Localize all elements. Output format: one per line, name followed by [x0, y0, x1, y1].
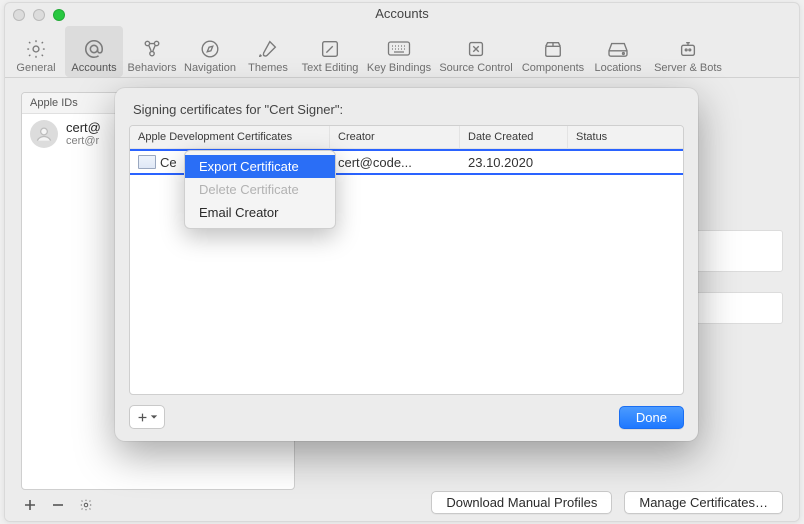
tab-label: Components — [522, 62, 584, 74]
right-buttons: Download Manual Profiles Manage Certific… — [431, 491, 783, 514]
tab-label: Behaviors — [128, 62, 177, 74]
download-profiles-button[interactable]: Download Manual Profiles — [431, 491, 612, 514]
source-control-icon — [465, 36, 487, 62]
certificate-context-menu: Export Certificate Delete Certificate Em… — [184, 150, 336, 229]
drive-icon — [607, 36, 629, 62]
done-button[interactable]: Done — [619, 406, 684, 429]
robot-icon — [677, 36, 699, 62]
account-settings-button[interactable] — [77, 496, 95, 514]
behaviors-icon — [141, 36, 163, 62]
add-certificate-menu-button[interactable] — [129, 405, 165, 429]
add-account-button[interactable] — [21, 496, 39, 514]
tab-components[interactable]: Components — [517, 26, 589, 77]
tab-locations[interactable]: Locations — [589, 26, 647, 77]
tab-source-control[interactable]: Source Control — [435, 26, 517, 77]
tab-accounts[interactable]: Accounts — [65, 26, 123, 77]
menu-export-certificate[interactable]: Export Certificate — [185, 155, 335, 178]
left-footer — [21, 490, 295, 514]
certificates-table-header: Apple Development Certificates Creator D… — [130, 126, 683, 149]
account-text: cert@ cert@r — [66, 121, 101, 147]
manage-certificates-button[interactable]: Manage Certificates… — [624, 491, 783, 514]
tab-label: Server & Bots — [654, 62, 722, 74]
tab-label: Key Bindings — [367, 62, 431, 74]
cert-name-text: Ce — [160, 155, 177, 170]
col-header-date[interactable]: Date Created — [460, 126, 568, 148]
signing-certificates-sheet: Signing certificates for "Cert Signer": … — [115, 88, 698, 441]
zoom-window-button[interactable] — [53, 9, 65, 21]
chevron-down-icon — [150, 413, 158, 421]
account-line1: cert@ — [66, 121, 101, 135]
sheet-footer: Done — [129, 395, 684, 429]
traffic-lights — [13, 9, 65, 21]
titlebar: Accounts — [5, 3, 799, 25]
tab-label: Themes — [248, 62, 288, 74]
tab-label: Accounts — [71, 62, 116, 74]
tab-key-bindings[interactable]: Key Bindings — [363, 26, 435, 77]
remove-account-button[interactable] — [49, 496, 67, 514]
tab-general[interactable]: General — [7, 26, 65, 77]
col-header-name[interactable]: Apple Development Certificates — [130, 126, 330, 148]
window-title: Accounts — [5, 6, 799, 21]
tab-label: Text Editing — [302, 62, 359, 74]
preferences-toolbar: General Accounts Behaviors — [5, 25, 799, 78]
tab-behaviors[interactable]: Behaviors — [123, 26, 181, 77]
col-header-status[interactable]: Status — [568, 126, 683, 148]
gear-icon — [25, 36, 47, 62]
compass-icon — [199, 36, 221, 62]
at-sign-icon — [83, 36, 105, 62]
menu-email-creator[interactable]: Email Creator — [185, 201, 335, 224]
keyboard-icon — [387, 36, 411, 62]
menu-delete-certificate: Delete Certificate — [185, 178, 335, 201]
tab-server-bots[interactable]: Server & Bots — [647, 26, 729, 77]
edit-icon — [319, 36, 341, 62]
box-icon — [542, 36, 564, 62]
sheet-title: Signing certificates for "Cert Signer": — [129, 102, 684, 117]
tab-themes[interactable]: Themes — [239, 26, 297, 77]
tab-label: Source Control — [439, 62, 512, 74]
minimize-window-button[interactable] — [33, 9, 45, 21]
tab-navigation[interactable]: Navigation — [181, 26, 239, 77]
col-header-creator[interactable]: Creator — [330, 126, 460, 148]
cert-creator-cell: cert@code... — [330, 155, 460, 170]
cert-date-cell: 23.10.2020 — [460, 155, 568, 170]
tab-label: Locations — [594, 62, 641, 74]
avatar — [30, 120, 58, 148]
tab-text-editing[interactable]: Text Editing — [297, 26, 363, 77]
tab-label: General — [16, 62, 55, 74]
certificate-icon — [138, 155, 156, 169]
tab-label: Navigation — [184, 62, 236, 74]
account-line2: cert@r — [66, 135, 101, 147]
brush-icon — [257, 36, 279, 62]
close-window-button[interactable] — [13, 9, 25, 21]
